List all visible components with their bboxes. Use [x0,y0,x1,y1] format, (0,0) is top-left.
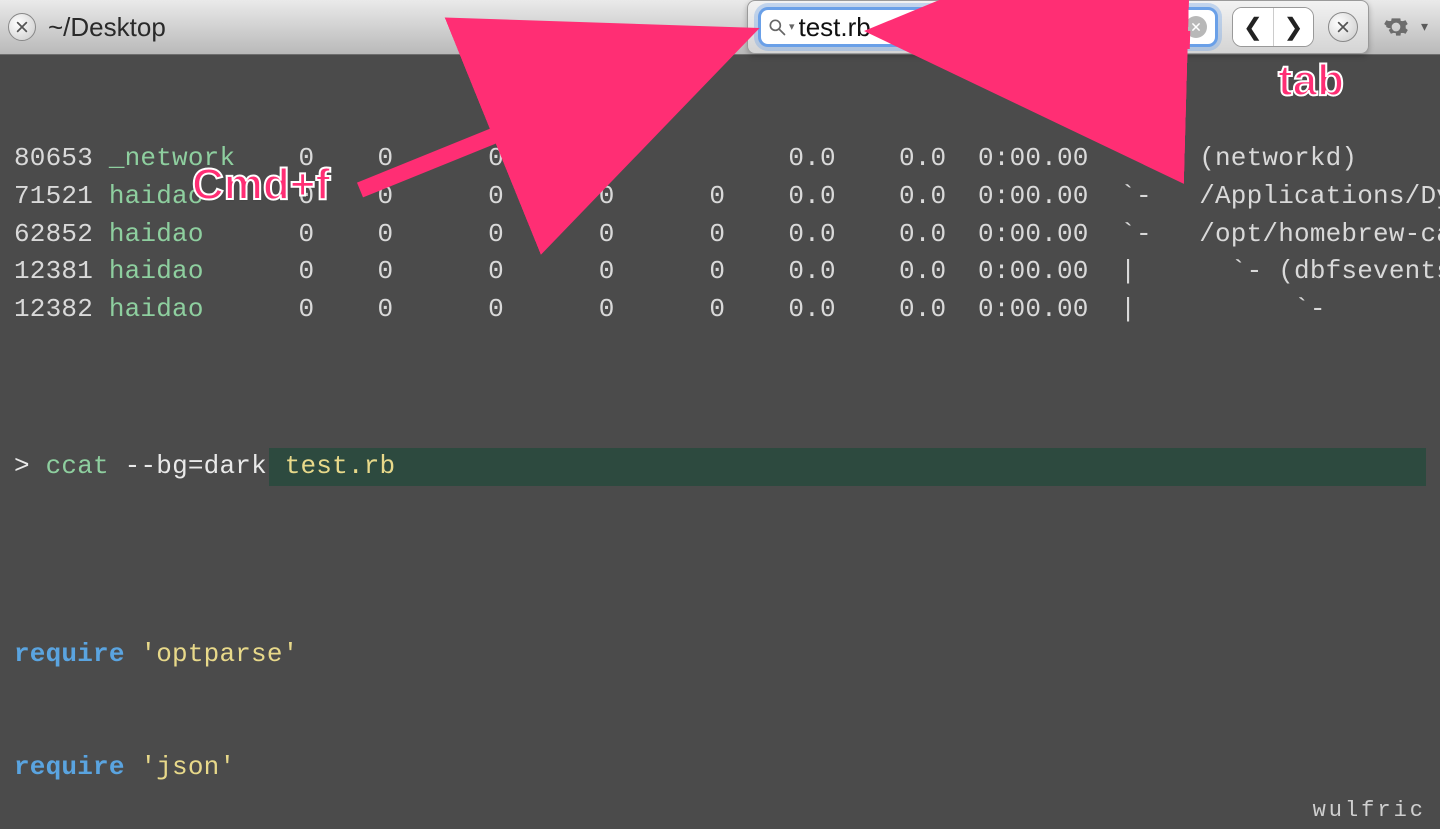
search-options-chevron[interactable]: ▾ [789,20,795,34]
process-row: 62852 haidao 0 0 0 0 0 0.0 0.0 0:00.00 `… [14,216,1426,254]
command-bin: ccat [46,448,109,486]
titlebar: ~/Desktop ▾ ❮ ❯ ▾ [0,0,1440,55]
process-row: 12381 haidao 0 0 0 0 0 0.0 0.0 0:00.00 |… [14,253,1426,291]
close-icon [1336,20,1350,34]
search-field[interactable]: ▾ [758,7,1218,47]
clear-search-button[interactable] [1185,16,1207,38]
process-row: 80653 _network 0 0 0 0 0.0 0.0 0:00.00 `… [14,140,1426,178]
process-row: 12382 haidao 0 0 0 0 0 0.0 0.0 0:00.00 |… [14,291,1426,329]
search-icon [767,17,787,37]
process-table: 80653 _network 0 0 0 0 0.0 0.0 0:00.00 `… [14,140,1426,328]
command-arg: test.rb [285,451,396,481]
close-find-button[interactable] [1328,12,1358,42]
search-input[interactable] [799,12,1185,43]
prompt-symbol: > [14,448,30,486]
chevron-down-icon[interactable]: ▾ [1421,19,1428,36]
close-icon [15,20,29,34]
find-prev-button[interactable]: ❮ [1233,8,1273,46]
terminal-output[interactable]: 80653 _network 0 0 0 0 0.0 0.0 0:00.00 `… [0,55,1440,829]
tab-title: ~/Desktop [48,12,166,43]
find-nav: ❮ ❯ [1232,7,1314,47]
find-panel: ▾ ❮ ❯ [747,0,1369,54]
process-row: 71521 haidao 0 0 0 0 0 0.0 0.0 0:00.00 `… [14,178,1426,216]
prompt-line: > ccat --bg=dark test.rb [14,448,1426,486]
close-icon [1191,22,1201,32]
tab-close-button[interactable] [8,13,36,41]
command-flag: --bg=dark [125,448,267,486]
find-next-button[interactable]: ❯ [1273,8,1313,46]
gear-icon[interactable] [1383,14,1409,40]
